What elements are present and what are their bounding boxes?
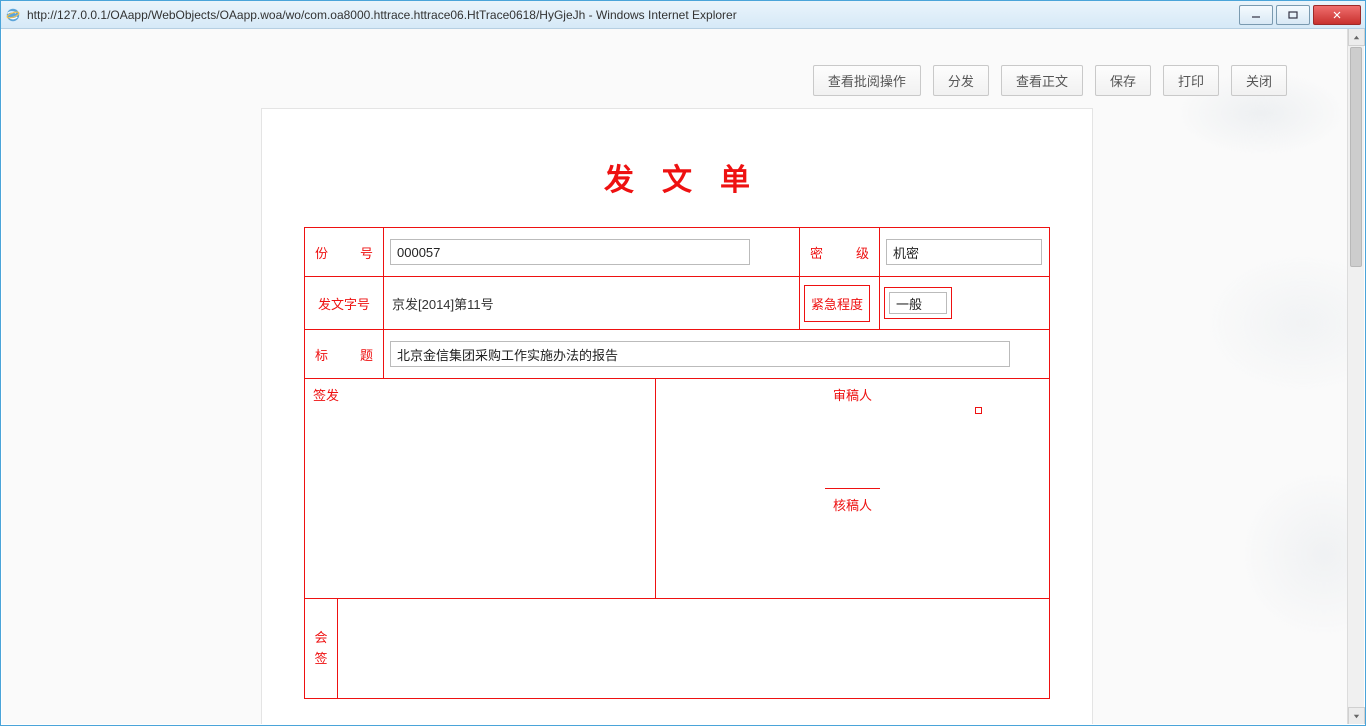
document-title: 发文单 (262, 109, 1092, 227)
subject-input[interactable] (390, 341, 1010, 367)
proofreader-area[interactable]: 核稿人 (825, 489, 880, 598)
reviewer-area[interactable]: 审稿人 (825, 379, 880, 489)
window-maximize-button[interactable] (1276, 5, 1310, 25)
window-frame: http://127.0.0.1/OAapp/WebObjects/OAapp.… (0, 0, 1366, 726)
urgency-input[interactable] (889, 292, 947, 314)
view-approval-button[interactable]: 查看批阅操作 (813, 65, 921, 96)
close-button[interactable]: 关闭 (1231, 65, 1287, 96)
serial-cell (383, 228, 799, 276)
scroll-thumb[interactable] (1350, 47, 1362, 267)
document-paper: 发文单 份号 密级 (262, 109, 1092, 724)
docno-value: 京发[2014]第11号 (383, 277, 799, 329)
reviewer-marker-icon (975, 407, 982, 414)
urgency-cell (884, 287, 952, 319)
window-minimize-button[interactable] (1239, 5, 1273, 25)
toolbar: 查看批阅操作 分发 查看正文 保存 打印 关闭 (813, 65, 1287, 96)
save-button[interactable]: 保存 (1095, 65, 1151, 96)
reviewer-label: 审稿人 (825, 379, 880, 410)
window-close-button[interactable] (1313, 5, 1361, 25)
proofreader-label: 核稿人 (825, 489, 880, 520)
serial-input[interactable] (390, 239, 750, 265)
subject-label: 标题 (305, 330, 383, 378)
serial-label: 份号 (305, 228, 383, 276)
view-body-button[interactable]: 查看正文 (1001, 65, 1083, 96)
ie-icon (5, 7, 21, 23)
secrecy-input[interactable] (886, 239, 1042, 265)
titlebar[interactable]: http://127.0.0.1/OAapp/WebObjects/OAapp.… (1, 1, 1365, 29)
sign-issue-label: 签发 (305, 379, 655, 410)
subject-cell (383, 330, 1049, 378)
vertical-scrollbar[interactable] (1347, 29, 1364, 724)
cosign-label: 会 签 (305, 599, 337, 698)
content-area: 查看批阅操作 分发 查看正文 保存 打印 关闭 发文单 份号 (2, 29, 1347, 724)
distribute-button[interactable]: 分发 (933, 65, 989, 96)
secrecy-cell (879, 228, 1049, 276)
form-grid: 份号 密级 发文字号 京发[2014 (304, 227, 1050, 699)
sign-issue-area[interactable]: 签发 (305, 379, 655, 598)
secrecy-label: 密级 (799, 228, 879, 276)
scroll-down-button[interactable] (1348, 707, 1365, 724)
scroll-up-button[interactable] (1348, 29, 1365, 46)
window-title: http://127.0.0.1/OAapp/WebObjects/OAapp.… (27, 8, 1231, 22)
cosign-area[interactable] (337, 599, 1049, 698)
print-button[interactable]: 打印 (1163, 65, 1219, 96)
docno-label: 发文字号 (305, 277, 383, 329)
urgency-label: 紧急程度 (804, 285, 870, 322)
